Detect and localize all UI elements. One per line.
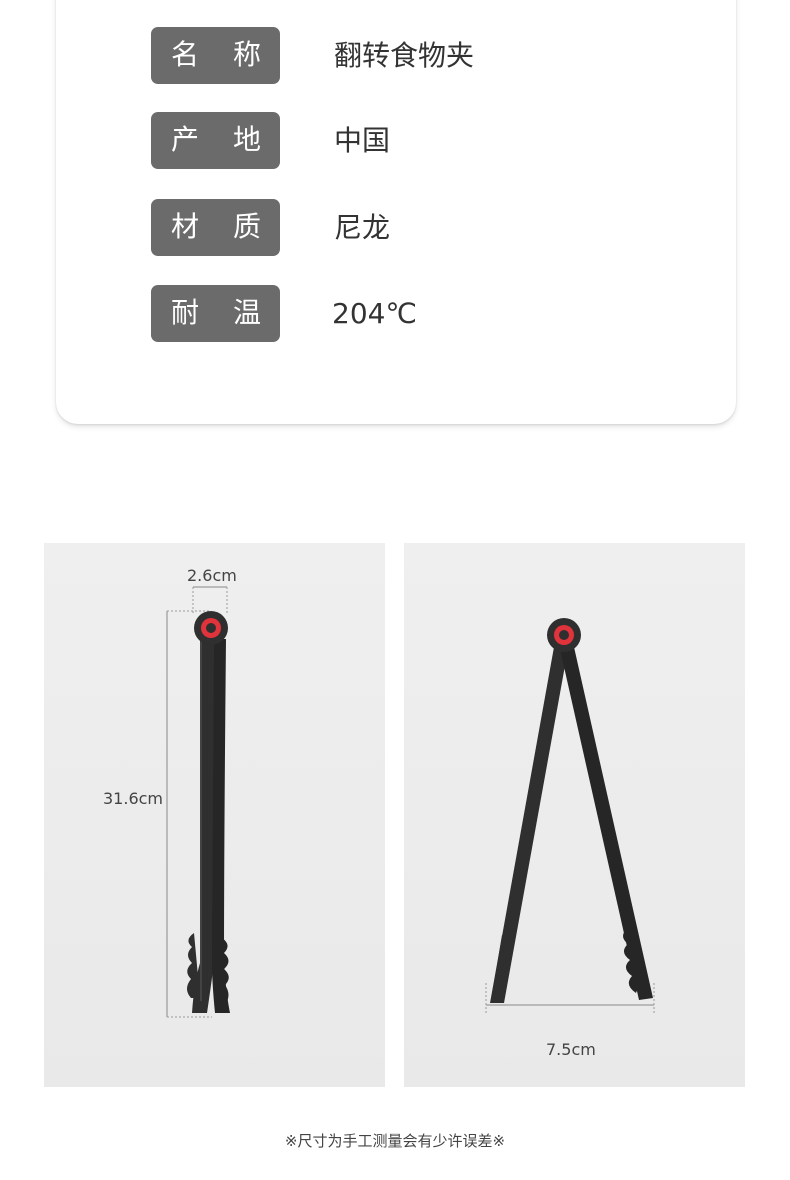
spec-row-origin: 产 地 中国: [151, 112, 671, 169]
tongs-lock-hole: [559, 630, 569, 640]
spec-label: 产 地: [151, 112, 280, 169]
tongs-edge-highlight: [200, 641, 202, 1001]
length-label: 31.6cm: [103, 789, 164, 808]
spec-label-char: 材: [171, 210, 200, 243]
measurement-disclaimer: ※尺寸为手工测量会有少许误差※: [284, 1132, 506, 1150]
spec-row-name: 名 称 翻转食物夹: [151, 27, 671, 84]
width-closed-label: 2.6cm: [187, 566, 237, 585]
spec-label: 名 称: [151, 27, 280, 84]
tongs-open-illustration: [485, 618, 655, 1013]
spec-label-char: 产: [171, 123, 200, 156]
spec-label-char: 称: [233, 38, 262, 71]
spec-row-material: 材 质 尼龙: [151, 199, 671, 256]
spec-row-heat-resistance: 耐 温 204℃: [151, 285, 671, 342]
spec-value: 尼龙: [334, 211, 391, 244]
spec-label-char: 耐: [171, 296, 200, 329]
spec-value: 中国: [334, 124, 391, 157]
width-open-label: 7.5cm: [546, 1040, 596, 1059]
tongs-lock-hole: [206, 623, 216, 633]
spec-label-char: 地: [233, 123, 262, 156]
tongs-teeth-left: [187, 933, 200, 998]
spec-label-char: 质: [233, 210, 262, 243]
product-photo-closed: 2.6cm 31.6cm: [44, 543, 385, 1087]
spec-value: 翻转食物夹: [334, 39, 475, 72]
tongs-closed-illustration: [166, 586, 230, 1018]
spec-label: 材 质: [151, 199, 280, 256]
spec-value: 204℃: [332, 297, 417, 330]
product-photo-open: 7.5cm: [404, 543, 745, 1087]
spec-label-char: 温: [233, 296, 262, 329]
spec-label-char: 名: [171, 38, 200, 71]
tongs-arm-right: [560, 647, 653, 1000]
spec-label: 耐 温: [151, 285, 280, 342]
